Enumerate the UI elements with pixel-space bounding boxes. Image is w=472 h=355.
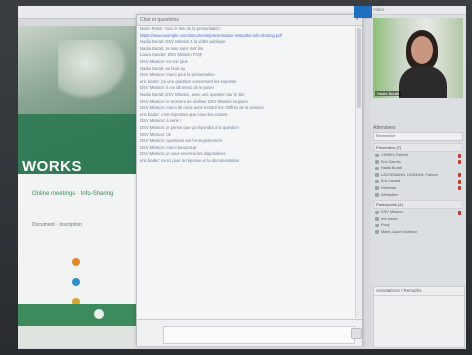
microphone-icon[interactable] [458,153,461,158]
chat-message: eric bader: c'est important que nous les… [140,111,228,117]
avatar-icon [375,166,379,171]
microphone-icon[interactable] [458,186,461,191]
chat-message: DSV Mission: merci beaucoup [140,144,197,150]
scrollbar-thumb[interactable] [357,28,361,108]
attendee-name: Nhieman [381,185,397,190]
chat-input[interactable] [163,326,355,344]
chat-message: Nadia Burati: au bout qu [140,65,186,71]
chat-message: DSV Mission: questions sur l'enregistrem… [140,138,223,144]
chat-message: Laura Sander: DSV Mission FAQ! [140,52,203,58]
bullet-icon [72,258,80,266]
avatar-icon [375,179,379,184]
group-participants[interactable]: Participants (4) [373,200,463,210]
slide-body: Document · Inscription [32,222,83,228]
slide-subtitle: Online meetings · Info-Sharing [32,191,114,197]
chat-message: eric bader: j'ai une question concernant… [140,78,237,84]
group-presenters[interactable]: Presenters (7) [373,143,463,152]
slide-icon-row [72,252,132,272]
twitter-icon [94,309,104,319]
avatar-icon [375,193,379,197]
leaf-image [58,40,128,100]
attendees-panel: Attendees Rechercher Presenters (7) CHIN… [373,124,463,236]
webcam-video: Nadia Burati [373,18,463,98]
avatar-icon [375,153,379,158]
chat-message: DSV Mission: je vous enverrai les diapos… [140,151,226,157]
send-button[interactable] [351,328,362,339]
chat-message: Nadia Burati: Je suis sans mot lire [140,45,204,51]
attendee-row[interactable]: Eric Gavrila [373,159,463,166]
attendee-name: Sébastien [381,192,398,197]
chat-message: DSV Mission: merci de nous avoir montré … [140,105,264,111]
microphone-icon[interactable] [458,179,461,184]
attendee-name: Nadia Burati [381,166,402,171]
microphone-icon[interactable] [458,160,461,165]
slide-icon-row [72,272,132,292]
chat-scrollbar[interactable] [355,26,362,318]
toolbar-accent [354,6,372,18]
chat-message-list: Mario Rossi: Voici le lien de la présent… [137,26,362,318]
screen: WORKS Online meetings · Info-Sharing Doc… [18,6,466,349]
notes-title: Annotations / Remarks [374,287,464,296]
attendee-row[interactable]: Marie-Laure Martinon [373,229,463,236]
attendees-search[interactable]: Rechercher [373,132,463,141]
attendee-row[interactable]: Sébastien [373,192,463,199]
chat-message: DSV Mission: le moment de réaliser DSV M… [140,98,248,104]
chat-window: Chat et questions × Mario Rossi: Voici l… [136,14,363,346]
chat-link[interactable]: https://www.example.com/documents/presen… [137,33,362,40]
avatar-icon [375,217,379,221]
chat-input-area [137,319,362,346]
attendee-row[interactable]: Nhieman [373,185,463,192]
person-body [399,66,447,98]
chat-message: DSV Mission: il me dit merci de le poser [140,85,215,91]
right-panel: Video Nadia Burati Attendees Rechercher … [371,6,466,349]
attendee-row[interactable]: DSV Mission [373,209,463,216]
attendee-name: LACHEMANN, LINDEAN, Fabrice [381,172,439,177]
attendee-row[interactable]: Eric Lazard [373,178,463,185]
microphone-icon[interactable] [458,210,461,215]
chat-message: DSV Mission: ok [140,131,171,137]
slide-bottom-strip [18,326,136,348]
avatar-icon [375,210,379,215]
video-name-label: Nadia Burati [375,91,402,96]
avatar-icon [375,230,379,235]
chat-message: DSV Mission: à venir ! [140,118,182,124]
chat-message: Nadia Burati: DSV Mission 1 la vidéo pub… [140,39,226,45]
attendee-row[interactable]: Nadia Burati [373,165,463,172]
slide-title: WORKS [22,158,82,175]
attendee-name: CHINEL Fabrice [381,153,409,157]
microphone-icon[interactable] [458,173,461,178]
chat-message: eric bader: merci pour la réponse et la … [140,157,240,163]
attendees-title: Attendees [373,125,396,131]
avatar-icon [375,173,379,177]
slide-icon-list [72,252,132,312]
notes-panel: Annotations / Remarks [373,286,465,348]
attendee-row[interactable]: CHINEL Fabrice [373,152,463,159]
attendee-row[interactable]: Roxy [373,222,463,229]
attendee-name: DSV Mission [381,210,403,215]
chat-message: DSV Mission: je pense que ça répondra à … [140,124,239,130]
chat-title-bar: Chat et questions × [137,15,362,26]
avatar-icon [375,186,379,191]
avatar-icon [375,223,379,228]
attendee-name: Eric Lazard [381,179,401,184]
attendee-name: Eric Gavrila [381,159,401,164]
person-face [411,36,433,64]
chat-message: Mario Rossi: Voici le lien de la présent… [140,26,223,31]
attendee-row[interactable]: eric bader [373,216,463,223]
chat-message: DSV Mission: en voir plus [140,58,188,64]
presentation-slide: WORKS Online meetings · Info-Sharing Doc… [18,26,136,326]
bullet-icon [72,278,80,286]
avatar-icon [375,160,379,164]
slide-footer [18,304,136,326]
attendee-row[interactable]: LACHEMANN, LINDEAN, Fabrice [373,172,463,179]
attendee-name: eric bader [381,216,398,221]
chat-message: Nadia Burati: DSV Mission, avec une ques… [140,91,245,97]
attendee-name: Roxy [381,223,390,228]
chat-message: DSV Mission: merci pour la présentation [140,72,215,78]
chat-title: Chat et questions [140,17,179,23]
video-panel-header: Video [371,6,466,15]
attendee-name: Marie-Laure Martinon [381,229,418,234]
